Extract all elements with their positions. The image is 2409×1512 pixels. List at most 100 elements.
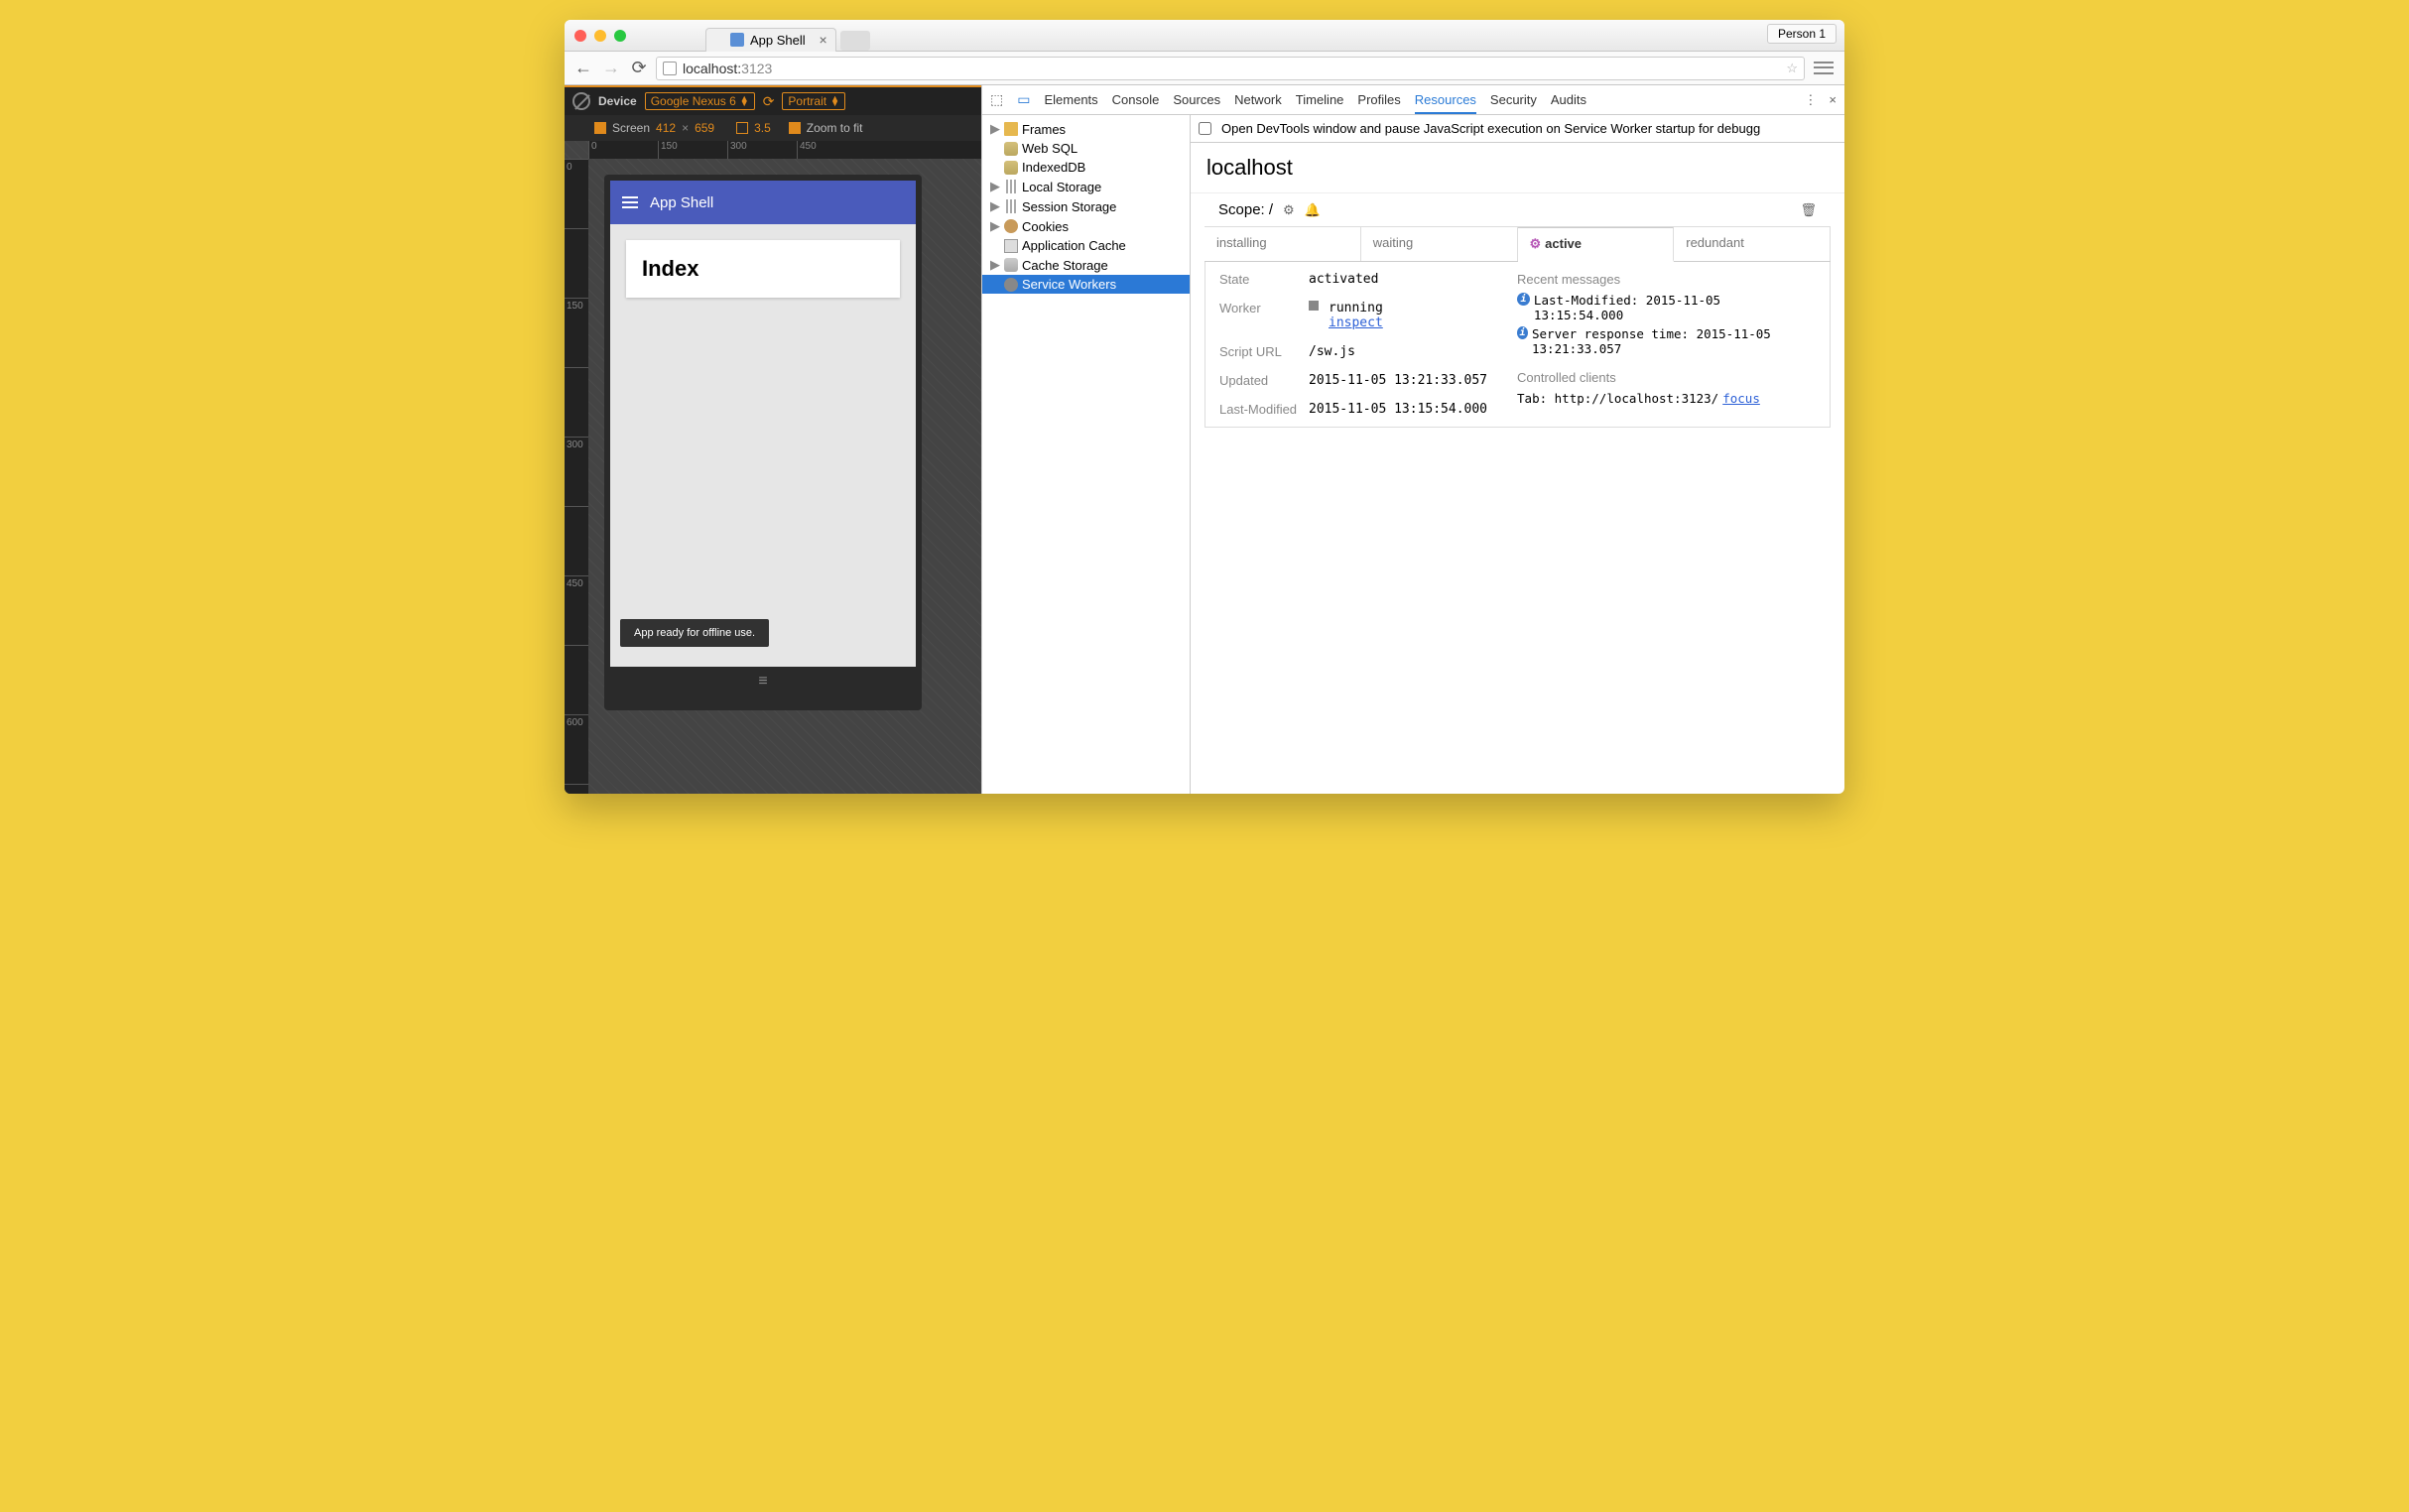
script-value: /sw.js bbox=[1309, 344, 1487, 359]
close-window-button[interactable] bbox=[574, 30, 586, 42]
sw-pause-on-start-label: Open DevTools window and pause JavaScrip… bbox=[1221, 121, 1760, 136]
updated-key: Updated bbox=[1219, 373, 1299, 388]
url-bar[interactable]: localhost:3123 ☆ bbox=[656, 57, 1805, 80]
ruler-horizontal: 0150300450 bbox=[588, 141, 981, 159]
sw-options-row: Open DevTools window and pause JavaScrip… bbox=[1191, 115, 1844, 143]
tree-item-web-sql[interactable]: Web SQL bbox=[982, 139, 1190, 158]
zoom-label: Zoom to fit bbox=[807, 121, 863, 135]
browser-window: App Shell × Person 1 ← → ⟳ localhost:312… bbox=[565, 20, 1844, 794]
devtools-tab-network[interactable]: Network bbox=[1234, 92, 1282, 107]
browser-tab[interactable]: App Shell × bbox=[705, 28, 836, 52]
sw-state-tab-active[interactable]: ⚙active bbox=[1518, 227, 1675, 262]
devtools-tab-sources[interactable]: Sources bbox=[1173, 92, 1220, 107]
state-value: activated bbox=[1309, 272, 1487, 287]
devtools-tab-security[interactable]: Security bbox=[1490, 92, 1537, 107]
worker-value: running inspect bbox=[1309, 301, 1487, 330]
sw-message: iServer response time: 2015-11-05 13:21:… bbox=[1517, 326, 1816, 356]
forward-button[interactable]: → bbox=[600, 58, 622, 79]
sw-scope-row: Scope: / ⚙ 🔔 🗑 bbox=[1204, 193, 1831, 227]
index-card: Index bbox=[626, 240, 900, 298]
site-info-icon[interactable] bbox=[663, 62, 677, 75]
devtools-panel: ⬚ ▭ Elements Console Sources Network Timelin… bbox=[981, 85, 1844, 794]
orientation-select[interactable]: Portrait ▲▼ bbox=[782, 92, 845, 110]
rotate-device-button[interactable]: ⟳ bbox=[763, 93, 775, 110]
sw-left-column: State activated Worker running inspect S… bbox=[1219, 272, 1487, 417]
device-nav-bar: ≡ bbox=[610, 667, 916, 696]
lastmod-value: 2015-11-05 13:15:54.000 bbox=[1309, 402, 1487, 417]
sw-gear-icon[interactable]: ⚙ bbox=[1283, 202, 1295, 218]
maximize-window-button[interactable] bbox=[614, 30, 626, 42]
client-row: Tab: http://localhost:3123/ focus bbox=[1517, 391, 1816, 406]
bookmark-star-icon[interactable]: ☆ bbox=[1786, 61, 1798, 76]
worker-key: Worker bbox=[1219, 301, 1299, 330]
tree-item-frames[interactable]: ▶Frames bbox=[982, 119, 1190, 139]
minimize-window-button[interactable] bbox=[594, 30, 606, 42]
devtools-tab-console[interactable]: Console bbox=[1112, 92, 1160, 107]
devtools-body: ▶FramesWeb SQLIndexedDB▶Local Storage▶Se… bbox=[982, 115, 1844, 794]
content-area: Device Google Nexus 6 ▲▼ ⟳ Portrait ▲▼ S… bbox=[565, 85, 1844, 794]
tree-item-session-storage[interactable]: ▶Session Storage bbox=[982, 196, 1190, 216]
new-tab-button[interactable] bbox=[840, 31, 870, 51]
sw-delete-icon[interactable]: 🗑 bbox=[1800, 202, 1817, 218]
reload-button[interactable]: ⟳ bbox=[628, 58, 650, 79]
sw-right-column: Recent messages iLast-Modified: 2015-11-… bbox=[1517, 272, 1816, 417]
sw-message: iLast-Modified: 2015-11-05 13:15:54.000 bbox=[1517, 293, 1816, 322]
tree-item-cookies[interactable]: ▶Cookies bbox=[982, 216, 1190, 236]
profile-button[interactable]: Person 1 bbox=[1767, 24, 1837, 44]
tab-close-icon[interactable]: × bbox=[819, 33, 826, 47]
info-icon: i bbox=[1517, 293, 1530, 306]
tree-item-local-storage[interactable]: ▶Local Storage bbox=[982, 177, 1190, 196]
client-focus-link[interactable]: focus bbox=[1722, 391, 1760, 406]
screen-height[interactable]: 659 bbox=[695, 121, 714, 135]
sw-bell-icon[interactable]: 🔔 bbox=[1305, 202, 1321, 218]
devtools-close-icon[interactable]: × bbox=[1829, 92, 1837, 108]
recent-messages-heading: Recent messages bbox=[1517, 272, 1816, 287]
info-icon: i bbox=[1517, 326, 1528, 339]
toggle-device-mode-icon[interactable]: ▭ bbox=[1017, 91, 1030, 108]
back-button[interactable]: ← bbox=[572, 58, 594, 79]
sw-pause-on-start-checkbox[interactable] bbox=[1199, 122, 1211, 135]
stop-worker-icon[interactable] bbox=[1309, 301, 1319, 311]
devtools-tab-resources[interactable]: Resources bbox=[1415, 92, 1476, 114]
script-key: Script URL bbox=[1219, 344, 1299, 359]
chrome-menu-button[interactable] bbox=[1811, 58, 1837, 79]
sw-state-tabs: installingwaiting⚙activeredundant bbox=[1204, 227, 1831, 262]
sw-state-tab-waiting[interactable]: waiting bbox=[1361, 227, 1518, 261]
sw-host-heading: localhost bbox=[1191, 143, 1844, 193]
inspect-worker-link[interactable]: inspect bbox=[1329, 315, 1383, 330]
devtools-more-icon[interactable]: ⋮ bbox=[1804, 92, 1817, 108]
device-toolbar-row1: Device Google Nexus 6 ▲▼ ⟳ Portrait ▲▼ bbox=[565, 85, 981, 115]
devtools-tab-elements[interactable]: Elements bbox=[1044, 92, 1097, 107]
screen-label: Screen bbox=[612, 121, 650, 135]
lastmod-key: Last-Modified bbox=[1219, 402, 1299, 417]
device-frame: App Shell Index App ready for offline us… bbox=[604, 175, 922, 710]
sw-state-tab-installing[interactable]: installing bbox=[1204, 227, 1361, 261]
screen-width[interactable]: 412 bbox=[656, 121, 676, 135]
url-text: localhost:3123 bbox=[683, 61, 772, 76]
sw-state-tab-redundant[interactable]: redundant bbox=[1674, 227, 1831, 261]
screen-checkbox[interactable] bbox=[594, 122, 606, 134]
inspect-element-icon[interactable]: ⬚ bbox=[990, 91, 1003, 108]
browser-toolbar: ← → ⟳ localhost:3123 ☆ bbox=[565, 52, 1844, 85]
sw-detail-grid: State activated Worker running inspect S… bbox=[1204, 262, 1831, 428]
devtools-tab-audits[interactable]: Audits bbox=[1551, 92, 1586, 107]
device-select[interactable]: Google Nexus 6 ▲▼ bbox=[645, 92, 755, 110]
devtools-tab-timeline[interactable]: Timeline bbox=[1296, 92, 1344, 107]
traffic-lights bbox=[574, 30, 626, 42]
no-emulation-icon[interactable] bbox=[572, 92, 590, 110]
ruler-vertical: 0150300450600750 bbox=[565, 159, 588, 794]
tree-item-cache-storage[interactable]: ▶Cache Storage bbox=[982, 255, 1190, 275]
tree-item-indexeddb[interactable]: IndexedDB bbox=[982, 158, 1190, 177]
device-viewport-area: 0150300450 0150300450600750 App Shell In… bbox=[565, 141, 981, 794]
zoom-checkbox[interactable] bbox=[789, 122, 801, 134]
tree-item-service-workers[interactable]: Service Workers bbox=[982, 275, 1190, 294]
hamburger-menu-icon[interactable] bbox=[622, 196, 638, 208]
service-worker-detail-pane: Open DevTools window and pause JavaScrip… bbox=[1191, 115, 1844, 794]
offline-toast: App ready for offline use. bbox=[620, 619, 769, 647]
dpr-value[interactable]: 3.5 bbox=[754, 121, 771, 135]
devtools-tab-profiles[interactable]: Profiles bbox=[1357, 92, 1400, 107]
tree-item-application-cache[interactable]: Application Cache bbox=[982, 236, 1190, 255]
devtools-tabs: ⬚ ▭ Elements Console Sources Network Timelin… bbox=[982, 85, 1844, 115]
resources-tree: ▶FramesWeb SQLIndexedDB▶Local Storage▶Se… bbox=[982, 115, 1191, 794]
device-screen[interactable]: App Shell Index App ready for offline us… bbox=[610, 181, 916, 667]
